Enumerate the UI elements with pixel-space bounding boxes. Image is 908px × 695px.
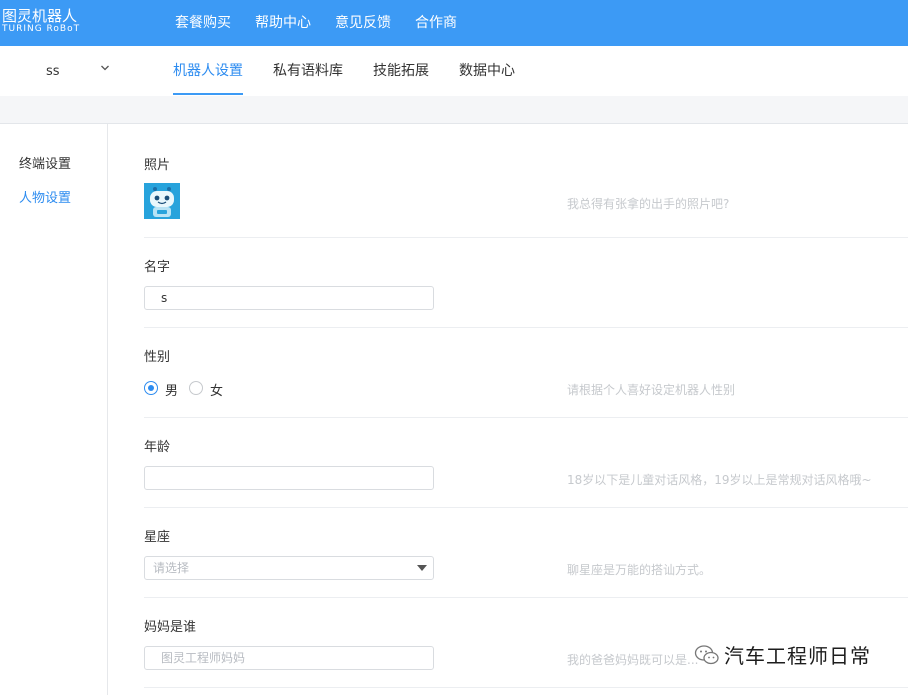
gender-female-label[interactable]: 女 [210, 380, 223, 399]
mother-hint: 我的爸爸妈妈既可以是... [567, 653, 699, 667]
gender-radio-female[interactable] [189, 381, 203, 395]
age-input[interactable] [144, 466, 434, 490]
name-label: 名字 [144, 260, 171, 275]
constellation-hint: 聊星座是万能的搭讪方式。 [567, 563, 712, 577]
constellation-label: 星座 [144, 530, 171, 545]
top-nav-help-center[interactable]: 帮助中心 [255, 0, 311, 46]
gender-label: 性别 [144, 350, 171, 365]
watermark: 汽车工程师日常 [694, 640, 871, 669]
divider [144, 507, 908, 508]
side-menu: 终端设置 人物设置 [0, 124, 108, 695]
page-header-band [0, 96, 908, 124]
mother-label: 妈妈是谁 [144, 620, 197, 635]
top-navbar: 图灵机器人 TURING RoBoT 套餐购买 帮助中心 意见反馈 合作商 [0, 0, 908, 46]
mother-input[interactable]: 图灵工程师妈妈 [144, 646, 434, 670]
photo-label: 照片 [144, 158, 171, 173]
divider [144, 237, 908, 238]
name-input[interactable]: s [144, 286, 434, 310]
constellation-select[interactable]: 请选择 [144, 556, 434, 580]
tab-robot-settings[interactable]: 机器人设置 [173, 46, 243, 96]
top-nav-feedback[interactable]: 意见反馈 [335, 0, 391, 46]
top-nav-package-purchase[interactable]: 套餐购买 [175, 0, 231, 46]
caret-down-icon [417, 565, 427, 571]
side-menu-persona-settings[interactable]: 人物设置 [19, 187, 71, 206]
gender-radio-male[interactable] [144, 381, 158, 395]
top-nav-menu: 套餐购买 帮助中心 意见反馈 合作商 [175, 0, 481, 46]
logo-text-cn: 图灵机器人 [2, 7, 78, 25]
tab-skill-extension[interactable]: 技能拓展 [373, 46, 429, 96]
gender-hint: 请根据个人喜好设定机器人性别 [567, 383, 736, 397]
robot-avatar[interactable] [144, 183, 180, 219]
gender-male-label[interactable]: 男 [165, 380, 178, 399]
wechat-icon [694, 644, 719, 664]
divider [144, 597, 908, 598]
side-menu-terminal-settings[interactable]: 终端设置 [19, 153, 71, 172]
tab-data-center[interactable]: 数据中心 [459, 46, 515, 96]
turing-robot-logo[interactable]: 图灵机器人 TURING RoBoT [2, 8, 92, 35]
secondary-navbar: ss 机器人设置 私有语料库 技能拓展 数据中心 [0, 46, 908, 96]
settings-tabs: 机器人设置 私有语料库 技能拓展 数据中心 [173, 46, 545, 96]
divider [144, 327, 908, 328]
age-label: 年龄 [144, 440, 171, 455]
logo-text-en: TURING RoBoT [2, 24, 81, 34]
age-hint: 18岁以下是儿童对话风格，19岁以上是常规对话风格哦~ [567, 473, 872, 487]
divider [144, 417, 908, 418]
top-nav-partners[interactable]: 合作商 [415, 0, 457, 46]
watermark-text: 汽车工程师日常 [724, 644, 871, 668]
divider [144, 687, 908, 688]
photo-hint: 我总得有张拿的出手的照片吧? [567, 197, 730, 211]
constellation-select-placeholder: 请选择 [153, 561, 190, 575]
robot-avatar-icon [144, 183, 180, 219]
robot-selector[interactable]: ss [46, 64, 60, 79]
chevron-down-icon[interactable] [100, 63, 110, 73]
tab-private-corpus[interactable]: 私有语料库 [273, 46, 343, 96]
